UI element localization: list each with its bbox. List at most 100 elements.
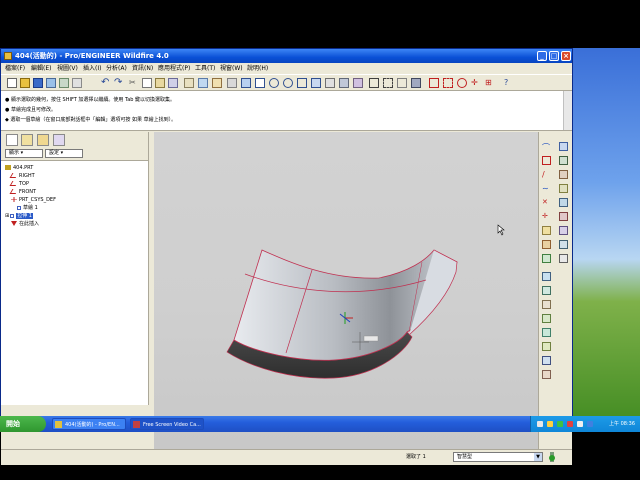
datum-point-tool-icon[interactable]: ✕ — [542, 198, 551, 207]
selection-filter-dropdown[interactable]: 智慧型 ▼ — [453, 452, 543, 462]
no-hidden-icon[interactable] — [397, 78, 407, 88]
pattern-tool-icon[interactable] — [559, 254, 568, 263]
ime-icon[interactable] — [587, 421, 593, 427]
solidify-tool-icon[interactable] — [542, 342, 551, 351]
hidden-line-icon[interactable] — [383, 78, 393, 88]
maximize-button[interactable]: □ — [549, 51, 559, 61]
model-tree-tab-icon[interactable] — [6, 134, 18, 146]
expand-icon[interactable]: ⊞ — [5, 213, 9, 219]
layers-icon[interactable] — [339, 78, 349, 88]
whats-this-icon[interactable]: ? — [504, 78, 514, 88]
menu-tools[interactable]: 工具(T) — [195, 63, 215, 74]
hole-tool-icon[interactable] — [559, 198, 568, 207]
redo-icon[interactable]: ↷ — [114, 78, 124, 88]
tree-item-front[interactable]: FRONT — [5, 188, 145, 196]
reorient-icon[interactable] — [311, 78, 321, 88]
sketch-tool-icon[interactable]: ∼ — [542, 184, 551, 193]
regenerate-small-icon[interactable] — [72, 78, 82, 88]
chamfer-tool-icon[interactable] — [542, 254, 551, 263]
paste-special-icon[interactable] — [168, 78, 178, 88]
task-screen-recorder[interactable]: Free Screen Video Ca... — [130, 418, 204, 430]
menu-insert[interactable]: 插入(I) — [83, 63, 101, 74]
open-folder-icon[interactable] — [20, 78, 30, 88]
task-proe[interactable]: 404(活動的) - Pro/EN... — [52, 418, 126, 430]
save-icon[interactable] — [33, 78, 43, 88]
selection-filter-icon[interactable] — [212, 78, 222, 88]
new-file-icon[interactable] — [7, 78, 17, 88]
minimize-button[interactable]: _ — [537, 51, 547, 61]
round-tool-icon[interactable] — [542, 240, 551, 249]
menu-help[interactable]: 說明(H) — [247, 63, 268, 74]
antivirus-icon[interactable] — [557, 421, 563, 427]
view-manager-icon[interactable] — [353, 78, 363, 88]
rib-tool-icon[interactable] — [559, 226, 568, 235]
datum-plane-tool-icon[interactable]: ⌒ — [542, 142, 551, 152]
repaint-icon[interactable] — [227, 78, 237, 88]
menu-view[interactable]: 視圖(V) — [57, 63, 78, 74]
message-scrollbar[interactable] — [563, 91, 572, 130]
analysis-feature-icon[interactable] — [542, 226, 551, 235]
find-icon[interactable] — [198, 78, 208, 88]
draft-tool-icon[interactable] — [559, 240, 568, 249]
shell-tool-icon[interactable] — [559, 212, 568, 221]
regeneration-status-icon[interactable] — [548, 452, 556, 462]
datum-points-icon[interactable] — [457, 78, 467, 88]
tree-item-extrude[interactable]: ⊞ 拉伸 1 — [5, 212, 145, 220]
extrude-tool-icon[interactable] — [559, 142, 568, 151]
undo-icon[interactable]: ↶ — [101, 78, 111, 88]
email-icon[interactable] — [59, 78, 69, 88]
print-icon[interactable] — [46, 78, 56, 88]
security-icon[interactable] — [547, 421, 553, 427]
title-bar[interactable]: 404(活動的) - Pro/ENGINEER Wildfire 4.0 _ □… — [1, 49, 572, 63]
menu-file[interactable]: 檔案(F) — [5, 63, 25, 74]
tree-item-csys[interactable]: PRT_CSYS_DEF — [5, 196, 145, 204]
settings-dropdown[interactable]: 設定 ▾ — [45, 149, 83, 158]
menu-info[interactable]: 資訊(N) — [132, 63, 153, 74]
menu-applications[interactable]: 應用程式(P) — [158, 63, 190, 74]
tree-item-right[interactable]: RIGHT — [5, 172, 145, 180]
volume-icon[interactable] — [577, 421, 583, 427]
graphics-window[interactable] — [154, 132, 538, 449]
regenerate-icon[interactable] — [184, 78, 194, 88]
thicken-tool-icon[interactable] — [542, 328, 551, 337]
paste-icon[interactable] — [155, 78, 165, 88]
datum-planes-icon[interactable] — [429, 78, 439, 88]
tree-item-top[interactable]: TOP — [5, 180, 145, 188]
tree-item-sketch[interactable]: 草繪 1 — [5, 204, 145, 212]
network-icon[interactable] — [537, 421, 543, 427]
csys-icon[interactable]: ✛ — [471, 78, 481, 88]
menu-edit[interactable]: 編輯(E) — [31, 63, 51, 74]
cut-icon[interactable]: ✂ — [129, 78, 139, 88]
saved-views-icon[interactable] — [325, 78, 335, 88]
extend-tool-icon[interactable] — [542, 356, 551, 365]
blend-tool-icon[interactable] — [559, 184, 568, 193]
datum-axes-icon[interactable] — [443, 78, 453, 88]
tree-item-insert-here[interactable]: 在此插入 — [5, 220, 145, 228]
merge-tool-icon[interactable] — [542, 286, 551, 295]
orient-mode-icon[interactable] — [255, 78, 265, 88]
intersect-tool-icon[interactable] — [542, 370, 551, 379]
recorder-tray-icon[interactable] — [567, 421, 573, 427]
tree-item-part[interactable]: 404.PRT — [5, 164, 145, 172]
folder-browser-tab-icon[interactable] — [21, 134, 33, 146]
revolve-tool-icon[interactable] — [559, 156, 568, 165]
zoom-out-icon[interactable] — [283, 78, 293, 88]
menu-analysis[interactable]: 分析(A) — [106, 63, 127, 74]
refit-icon[interactable] — [297, 78, 307, 88]
extruded-part[interactable] — [226, 249, 458, 379]
datum-axis-tool-icon[interactable] — [542, 156, 551, 165]
trim-tool-icon[interactable] — [542, 300, 551, 309]
close-button[interactable]: × — [561, 51, 571, 61]
show-dropdown[interactable]: 顯示 ▾ — [5, 149, 43, 158]
wireframe-icon[interactable] — [369, 78, 379, 88]
shading-icon[interactable] — [411, 78, 421, 88]
start-button[interactable]: 開始 — [0, 416, 46, 432]
copy-icon[interactable] — [142, 78, 152, 88]
offset-tool-icon[interactable] — [542, 314, 551, 323]
favorites-tab-icon[interactable] — [37, 134, 49, 146]
annotation-icon[interactable]: ⊞ — [485, 78, 495, 88]
menu-window[interactable]: 視窗(W) — [220, 63, 243, 74]
mirror-tool-icon[interactable] — [542, 272, 551, 281]
csys-tool-icon[interactable]: ✛ — [542, 212, 551, 221]
history-tab-icon[interactable] — [53, 134, 65, 146]
